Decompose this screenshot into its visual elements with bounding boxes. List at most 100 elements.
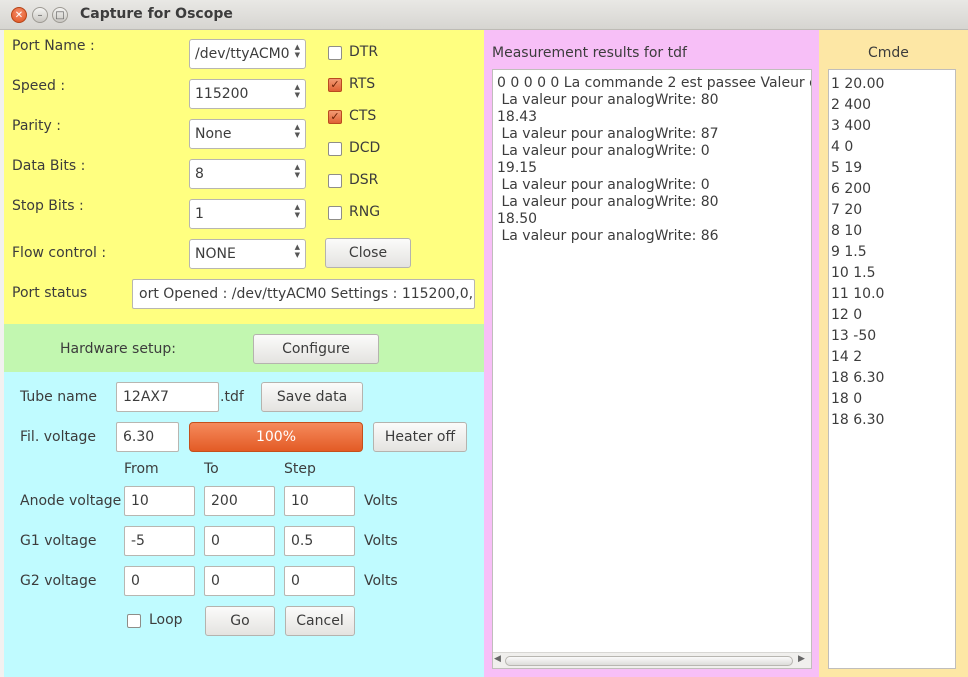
dcd-checkbox[interactable]: [328, 142, 342, 156]
scrollbar-thumb[interactable]: [505, 656, 793, 666]
anode-unit: Volts: [364, 493, 398, 509]
port-name-combo[interactable]: /dev/ttyACM0 ▲ ▼: [189, 39, 306, 69]
tube-extension: .tdf: [220, 389, 244, 405]
up-down-arrows-icon: ▲ ▼: [294, 243, 300, 259]
result-line: 0 0 0 0 0 La commande 2 est passee Valeu…: [497, 75, 812, 91]
flow-control-combo[interactable]: NONE ▲ ▼: [189, 239, 306, 269]
port-status-field[interactable]: ort Opened : /dev/ttyACM0 Settings : 115…: [132, 279, 475, 309]
port-name-value: /dev/ttyACM0: [195, 46, 290, 62]
g1-step-input[interactable]: 0.5: [284, 526, 355, 556]
rts-label: RTS: [349, 76, 376, 92]
cmde-line: 1 20.00: [831, 76, 885, 92]
heater-progress-bar: 100%: [189, 422, 363, 452]
cmde-line: 11 10.0: [831, 286, 885, 302]
checkmark-icon: ✓: [330, 78, 340, 91]
cmde-title: Cmde: [868, 45, 909, 61]
g2-step-input[interactable]: 0: [284, 566, 355, 596]
cmde-line: 9 1.5: [831, 244, 867, 260]
anode-from-input[interactable]: 10: [124, 486, 195, 516]
results-horizontal-scrollbar[interactable]: ◀ ▶: [493, 652, 811, 668]
dsr-label: DSR: [349, 172, 379, 188]
g2-to-input[interactable]: 0: [204, 566, 275, 596]
anode-to-input[interactable]: 200: [204, 486, 275, 516]
flow-control-label: Flow control :: [12, 245, 107, 261]
result-line: La valeur pour analogWrite: 0: [497, 143, 710, 159]
rts-checkbox[interactable]: ✓: [328, 78, 342, 92]
g1-from-input[interactable]: -5: [124, 526, 195, 556]
title-bar: ✕ – □ Capture for Oscope: [0, 0, 968, 30]
cmde-line: 7 20: [831, 202, 863, 218]
stop-bits-value: 1: [195, 206, 204, 222]
up-down-arrows-icon: ▲ ▼: [294, 163, 300, 179]
result-line: 18.50: [497, 211, 538, 227]
speed-combo[interactable]: 115200 ▲ ▼: [189, 79, 306, 109]
cmde-line: 12 0: [831, 307, 863, 323]
result-line: La valeur pour analogWrite: 80: [497, 194, 719, 210]
close-port-button[interactable]: Close: [325, 238, 411, 268]
data-bits-combo[interactable]: 8 ▲ ▼: [189, 159, 306, 189]
rng-label: RNG: [349, 204, 381, 220]
cancel-button[interactable]: Cancel: [285, 606, 355, 636]
parity-label: Parity :: [12, 118, 61, 134]
configure-button[interactable]: Configure: [253, 334, 379, 364]
cmde-line: 3 400: [831, 118, 872, 134]
cmde-line: 2 400: [831, 97, 872, 113]
dtr-checkbox[interactable]: [328, 46, 342, 60]
parity-combo[interactable]: None ▲ ▼: [189, 119, 306, 149]
results-lines: 0 0 0 0 0 La commande 2 est passee Valeu…: [493, 75, 812, 245]
rng-checkbox[interactable]: [328, 206, 342, 220]
up-down-arrows-icon: ▲ ▼: [294, 123, 300, 139]
heater-off-button[interactable]: Heater off: [373, 422, 467, 452]
g1-unit: Volts: [364, 533, 398, 549]
step-column-header: Step: [284, 461, 316, 477]
to-column-header: To: [204, 461, 219, 477]
cmde-line: 4 0: [831, 139, 854, 155]
result-line: La valeur pour analogWrite: 86: [497, 228, 719, 244]
stop-bits-label: Stop Bits :: [12, 198, 84, 214]
fil-voltage-input[interactable]: 6.30: [116, 422, 179, 452]
cmde-text-area[interactable]: 1 20.00 2 400 3 400 4 0 5 19 6 200 7 20 8 10 9 1…: [828, 69, 956, 669]
result-line: 19.15: [497, 160, 538, 176]
minimize-icon[interactable]: –: [32, 7, 48, 23]
window-title: Capture for Oscope: [80, 6, 233, 22]
cmde-line: 14 2: [831, 349, 863, 365]
dsr-checkbox[interactable]: [328, 174, 342, 188]
parity-value: None: [195, 126, 232, 142]
loop-checkbox[interactable]: [127, 614, 141, 628]
results-text-area[interactable]: 0 0 0 0 0 La commande 2 est passee Valeu…: [492, 69, 812, 669]
cmde-line: 8 10: [831, 223, 863, 239]
speed-value: 115200: [195, 86, 249, 102]
g2-voltage-label: G2 voltage: [20, 573, 97, 589]
port-name-label: Port Name :: [12, 38, 95, 54]
speed-label: Speed :: [12, 78, 66, 94]
scroll-right-icon[interactable]: ▶: [798, 654, 805, 664]
up-down-arrows-icon: ▲ ▼: [294, 83, 300, 99]
cmde-line: 5 19: [831, 160, 863, 176]
cts-label: CTS: [349, 108, 377, 124]
cmde-line: 6 200: [831, 181, 872, 197]
stop-bits-combo[interactable]: 1 ▲ ▼: [189, 199, 306, 229]
port-status-label: Port status: [12, 285, 88, 301]
from-column-header: From: [124, 461, 159, 477]
tube-name-label: Tube name: [20, 389, 97, 405]
close-icon[interactable]: ✕: [11, 7, 27, 23]
maximize-icon[interactable]: □: [52, 7, 68, 23]
go-button[interactable]: Go: [205, 606, 275, 636]
g1-to-input[interactable]: 0: [204, 526, 275, 556]
loop-label: Loop: [149, 612, 183, 628]
anode-voltage-label: Anode voltage: [20, 493, 122, 509]
tube-name-input[interactable]: 12AX7: [116, 382, 219, 412]
cmde-line: 13 -50: [831, 328, 877, 344]
up-down-arrows-icon: ▲ ▼: [294, 43, 300, 59]
save-data-button[interactable]: Save data: [261, 382, 363, 412]
dcd-label: DCD: [349, 140, 381, 156]
scroll-left-icon[interactable]: ◀: [494, 654, 501, 664]
anode-step-input[interactable]: 10: [284, 486, 355, 516]
g2-from-input[interactable]: 0: [124, 566, 195, 596]
result-line: La valeur pour analogWrite: 0: [497, 177, 710, 193]
cts-checkbox[interactable]: ✓: [328, 110, 342, 124]
result-line: La valeur pour analogWrite: 87: [497, 126, 719, 142]
up-down-arrows-icon: ▲ ▼: [294, 203, 300, 219]
cmde-line: 10 1.5: [831, 265, 876, 281]
fil-voltage-label: Fil. voltage: [20, 429, 97, 445]
